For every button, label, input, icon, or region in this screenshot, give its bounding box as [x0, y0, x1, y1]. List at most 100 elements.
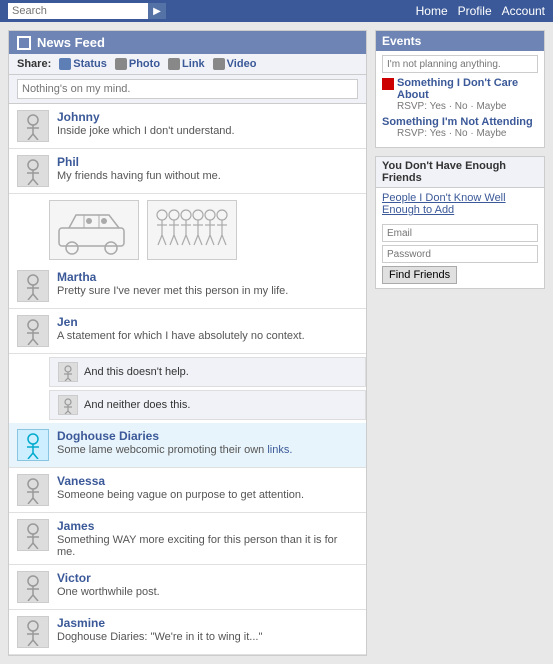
- status-area: [9, 75, 366, 104]
- content-4: Doghouse Diaries Some lame webcomic prom…: [57, 429, 358, 456]
- friends-box: You Don't Have Enough Friends People I D…: [375, 156, 545, 289]
- feed-items: Johnny Inside joke which I don't underst…: [9, 104, 366, 655]
- find-friends-section: Find Friends: [376, 220, 544, 288]
- find-friends-button[interactable]: Find Friends: [382, 266, 457, 284]
- email-input[interactable]: [382, 224, 538, 242]
- nested-text-0: And this doesn't help.: [84, 366, 189, 378]
- feed-item-8: Jasmine Doghouse Diaries: "We're in it t…: [9, 610, 366, 655]
- photo-share[interactable]: Photo: [115, 58, 160, 70]
- events-input[interactable]: [382, 55, 538, 73]
- item-text-3: A statement for which I have absolutely …: [57, 330, 358, 342]
- avatar-8: [17, 616, 49, 648]
- status-share[interactable]: Status: [59, 58, 107, 70]
- feed-item: Jen A statement for which I have absolut…: [9, 309, 366, 420]
- avatar-6: [17, 519, 49, 551]
- content-7: Victor One worthwhile post.: [57, 571, 358, 598]
- item-name-4: Doghouse Diaries: [57, 429, 358, 443]
- link-share[interactable]: Link: [168, 58, 205, 70]
- content-5: Vanessa Someone being vague on purpose t…: [57, 474, 358, 501]
- content-8: Jasmine Doghouse Diaries: "We're in it t…: [57, 616, 358, 643]
- feed-item-1: Phil My friends having fun without me.: [9, 149, 366, 194]
- event-rsvp-1: RSVP: Yes · No · Maybe: [397, 101, 538, 112]
- item-text-1: My friends having fun without me.: [57, 170, 358, 182]
- content-3: Jen A statement for which I have absolut…: [57, 315, 358, 342]
- item-name-6: James: [57, 519, 358, 533]
- news-feed-title: News Feed: [37, 35, 105, 50]
- event-title-1: Something I Don't Care About: [382, 77, 538, 101]
- nested-avatar-0: [58, 362, 78, 382]
- image-car: [49, 200, 139, 260]
- nested-item-0: And this doesn't help.: [49, 357, 366, 387]
- search-area: ▶: [8, 3, 166, 19]
- nav-links: Home Profile Account: [416, 4, 545, 18]
- feed-item: James Something WAY more exciting for th…: [9, 513, 366, 565]
- item-text-2: Pretty sure I've never met this person i…: [57, 285, 358, 297]
- item-text-4: Some lame webcomic promoting their own l…: [57, 444, 358, 456]
- image-group: [147, 200, 237, 260]
- item-name-7: Victor: [57, 571, 358, 585]
- content-0: Johnny Inside joke which I don't underst…: [57, 110, 358, 137]
- video-label: Video: [227, 58, 257, 70]
- status-label: Status: [73, 58, 107, 70]
- link-label: Link: [182, 58, 205, 70]
- event-name-1: Something I Don't Care About: [397, 77, 538, 101]
- avatar-3: [17, 315, 49, 347]
- feed-item-6: James Something WAY more exciting for th…: [9, 513, 366, 565]
- nested-avatar-1: [58, 395, 78, 415]
- feed-item-3: Jen A statement for which I have absolut…: [9, 309, 366, 354]
- top-nav: ▶ Home Profile Account: [0, 0, 553, 22]
- friends-box-header: You Don't Have Enough Friends: [376, 157, 544, 188]
- event-item-2: Something I'm Not Attending RSVP: Yes · …: [382, 116, 538, 139]
- right-column: Events Something I Don't Care About RSVP…: [375, 30, 545, 289]
- search-button[interactable]: ▶: [148, 3, 166, 19]
- video-share[interactable]: Video: [213, 58, 257, 70]
- feed-item-0: Johnny Inside joke which I don't underst…: [9, 104, 366, 149]
- feed-column: News Feed Share: Status Photo Link Video: [8, 30, 367, 656]
- avatar-0: [17, 110, 49, 142]
- item-text-6: Something WAY more exciting for this per…: [57, 534, 358, 558]
- event-name-2: Something I'm Not Attending: [382, 116, 533, 128]
- avatar-5: [17, 474, 49, 506]
- home-link[interactable]: Home: [416, 4, 448, 18]
- event-rsvp-2: RSVP: Yes · No · Maybe: [397, 128, 538, 139]
- share-bar: Share: Status Photo Link Video: [9, 54, 366, 75]
- avatar-4: [17, 429, 49, 461]
- item-link-4[interactable]: links.: [267, 444, 292, 456]
- profile-link[interactable]: Profile: [458, 4, 492, 18]
- item-name-2: Martha: [57, 270, 358, 284]
- item-name-1: Phil: [57, 155, 358, 169]
- event-calendar-icon-1: [382, 78, 394, 90]
- item-name-0: Johnny: [57, 110, 358, 124]
- event-title-2: Something I'm Not Attending: [382, 116, 538, 128]
- share-label: Share:: [17, 58, 51, 70]
- item-text-5: Someone being vague on purpose to get at…: [57, 489, 358, 501]
- feed-item: Victor One worthwhile post.: [9, 565, 366, 610]
- content-2: Martha Pretty sure I've never met this p…: [57, 270, 358, 297]
- friends-link[interactable]: People I Don't Know Well Enough to Add: [376, 188, 544, 220]
- status-icon: [59, 58, 71, 70]
- images-row: [49, 200, 366, 260]
- content-1: Phil My friends having fun without me.: [57, 155, 358, 182]
- password-input[interactable]: [382, 245, 538, 263]
- event-item-1: Something I Don't Care About RSVP: Yes ·…: [382, 77, 538, 112]
- feed-item: Martha Pretty sure I've never met this p…: [9, 264, 366, 309]
- link-icon: [168, 58, 180, 70]
- photo-icon: [115, 58, 127, 70]
- feed-item: Jasmine Doghouse Diaries: "We're in it t…: [9, 610, 366, 655]
- video-icon: [213, 58, 225, 70]
- events-content: Something I Don't Care About RSVP: Yes ·…: [376, 51, 544, 147]
- item-text-7: One worthwhile post.: [57, 586, 358, 598]
- feed-item-7: Victor One worthwhile post.: [9, 565, 366, 610]
- news-feed-header: News Feed: [9, 31, 366, 54]
- status-input[interactable]: [17, 79, 358, 99]
- search-input[interactable]: [8, 3, 148, 19]
- account-link[interactable]: Account: [502, 4, 545, 18]
- feed-item-5: Vanessa Someone being vague on purpose t…: [9, 468, 366, 513]
- events-header: Events: [376, 31, 544, 51]
- item-name-5: Vanessa: [57, 474, 358, 488]
- item-text-0: Inside joke which I don't understand.: [57, 125, 358, 137]
- feed-item: Phil My friends having fun without me.: [9, 149, 366, 260]
- nested-text-1: And neither does this.: [84, 399, 190, 411]
- avatar-2: [17, 270, 49, 302]
- main-wrapper: News Feed Share: Status Photo Link Video: [0, 22, 553, 664]
